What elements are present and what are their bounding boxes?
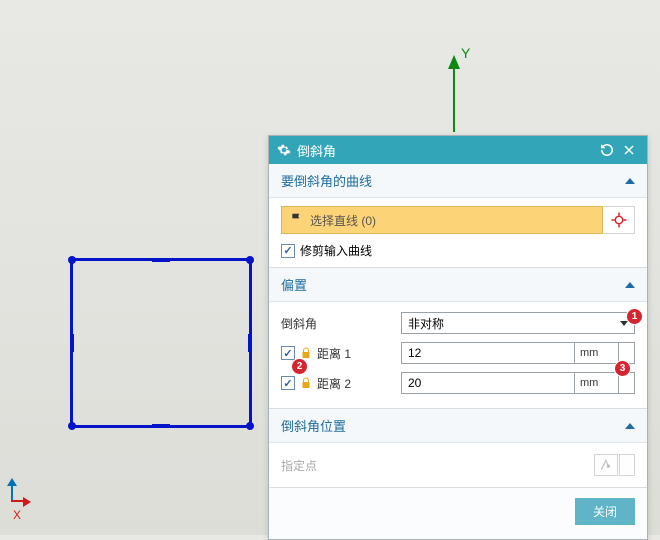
trim-label: 修剪输入曲线 — [300, 242, 372, 259]
edge-handle[interactable] — [248, 334, 252, 352]
distance1-checkbox[interactable] — [281, 346, 295, 360]
edge-handle[interactable] — [70, 334, 74, 352]
trim-checkbox[interactable] — [281, 244, 295, 258]
distance2-unit[interactable]: mm — [574, 373, 618, 393]
edge-handle[interactable] — [152, 258, 170, 262]
pick-point-button[interactable] — [603, 206, 635, 234]
lock-icon — [299, 376, 313, 390]
distance1-unit[interactable]: mm — [574, 343, 618, 363]
dialog-title: 倒斜角 — [297, 141, 336, 160]
annotation-badge-3: 3 — [614, 360, 631, 377]
distance1-input[interactable] — [402, 343, 574, 363]
distance1-label: 距离 1 — [317, 345, 351, 362]
close-icon-button[interactable] — [619, 140, 639, 160]
annotation-badge-1: 1 — [626, 308, 643, 325]
gear-icon — [277, 143, 291, 157]
point-constructor-button[interactable] — [594, 454, 618, 476]
annotation-badge-2: 2 — [291, 358, 308, 375]
specify-point-label: 指定点 — [281, 457, 317, 474]
distance2-input[interactable] — [402, 373, 574, 393]
chamfer-type-dropdown[interactable]: 非对称 — [401, 312, 635, 334]
offset-section-header[interactable]: 偏置 — [269, 268, 647, 302]
chevron-up-icon — [625, 423, 635, 429]
chevron-up-icon — [625, 282, 635, 288]
chevron-up-icon — [625, 178, 635, 184]
y-axis-label: Y — [461, 45, 470, 61]
position-section-header[interactable]: 倒斜角位置 — [269, 409, 647, 443]
flag-icon — [290, 212, 304, 229]
distance2-checkbox[interactable] — [281, 376, 295, 390]
reset-button[interactable] — [597, 140, 617, 160]
origin-coordinate-icon: X — [5, 486, 26, 502]
vertex-handle[interactable] — [246, 422, 254, 430]
distance2-label: 距离 2 — [317, 375, 351, 392]
select-line-field[interactable]: 选择直线 (0) — [281, 206, 603, 234]
y-axis: Y — [453, 57, 455, 132]
vertex-handle[interactable] — [68, 256, 76, 264]
point-dropdown-button[interactable] — [619, 454, 635, 476]
close-button[interactable]: 关闭 — [575, 498, 635, 525]
dialog-titlebar[interactable]: 倒斜角 — [269, 136, 647, 164]
vertex-handle[interactable] — [246, 256, 254, 264]
curves-section-header[interactable]: 要倒斜角的曲线 — [269, 164, 647, 198]
sketch-rectangle[interactable] — [70, 258, 252, 428]
chamfer-dialog: 倒斜角 要倒斜角的曲线 选择直线 (0) 修剪输入曲线 — [268, 135, 648, 540]
chamfer-type-label: 倒斜角 — [281, 315, 401, 332]
edge-handle[interactable] — [152, 424, 170, 428]
vertex-handle[interactable] — [68, 422, 76, 430]
